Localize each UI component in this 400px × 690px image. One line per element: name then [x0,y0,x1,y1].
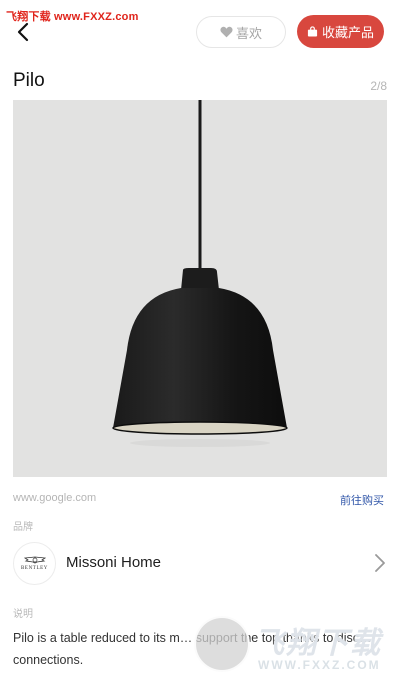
description-section-label: 说明 [13,609,33,620]
collect-label: 收藏产品 [321,25,374,40]
back-button[interactable] [12,20,36,44]
product-title: Pilo [13,70,45,91]
brand-row[interactable]: BENTLEY Missoni Home [0,538,400,588]
product-image[interactable] [13,100,387,477]
product-description: Pilo is a table reduced to its m… suppor… [13,631,372,667]
like-button[interactable]: 喜欢 [196,16,286,48]
chevron-left-icon [17,22,29,42]
heart-icon [220,26,233,38]
image-source: www.google.com [13,492,97,504]
collect-product-button[interactable]: 收藏产品 [297,15,384,48]
like-label: 喜欢 [235,25,262,41]
bentley-wings-icon [23,556,46,564]
brand-section-label: 品牌 [13,522,33,533]
brand-name: Missoni Home [66,554,162,571]
brand-logo: BENTLEY [13,542,56,585]
image-pager: 2/8 [370,79,387,93]
buy-link[interactable]: 前往购买 [340,492,384,508]
pendant-lamp-illustration [112,100,288,447]
chevron-right-icon [375,554,385,572]
brand-logo-text: BENTLEY [21,566,48,571]
bag-icon [307,26,318,37]
